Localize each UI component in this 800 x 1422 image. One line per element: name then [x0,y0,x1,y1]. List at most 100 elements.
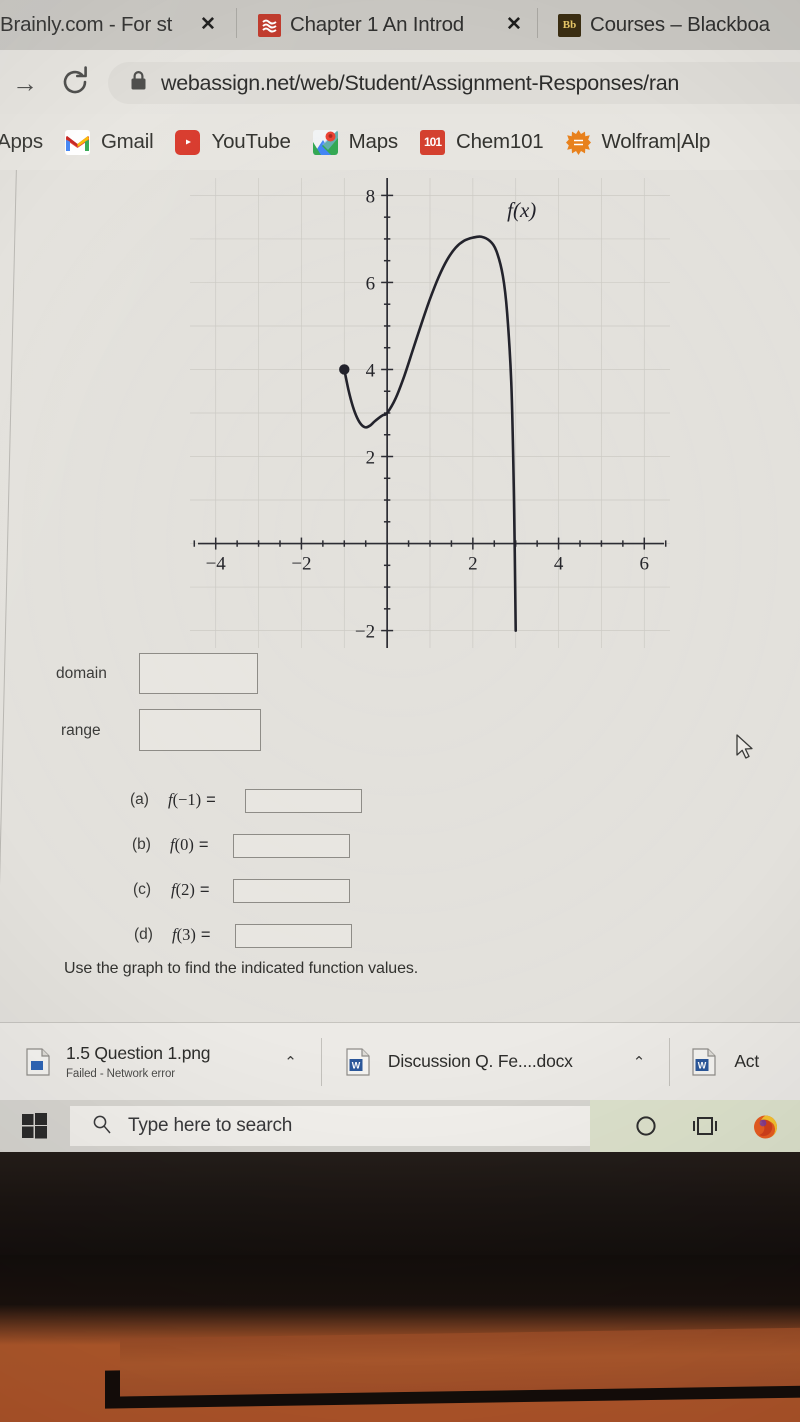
svg-text:−2: −2 [291,554,311,575]
download-bar: 1.5 Question 1.png Failed - Network erro… [0,1022,800,1100]
bookmark-chem101[interactable]: 101 Chem101 [409,114,555,170]
bookmark-wolfram[interactable]: Wolfram|Alp [555,114,722,170]
download-file-name-1: 1.5 Question 1.png [66,1043,211,1063]
browser-window: Brainly.com - For st ✕ Chapter 1 An Intr… [0,0,800,1152]
download-menu-caret-2[interactable]: ⌃ [633,1053,646,1071]
subquestion-a-input[interactable] [245,789,362,813]
bookmark-label-chem101: Chem101 [456,130,544,153]
youtube-icon [175,129,201,155]
svg-text:6: 6 [640,554,650,575]
svg-text:4: 4 [366,360,376,381]
chapter-favicon [258,13,281,37]
browser-tab-2[interactable]: Chapter 1 An Introd [252,0,520,50]
taskbar-tray [590,1100,800,1152]
download-menu-caret-1[interactable]: ⌃ [284,1053,297,1071]
download-item-2[interactable]: W Discussion Q. Fe....docx ⌃ [322,1023,645,1101]
subquestion-c-input[interactable] [233,879,350,903]
subquestion-d-tag: (d) [134,926,153,943]
wolfram-icon [565,129,591,155]
subquestion-b-expr: f(0) [170,835,194,854]
instruction-text: Use the graph to find the indicated func… [64,960,419,977]
firefox-icon[interactable] [752,1113,779,1140]
subquestion-c-expr: f(2) [171,880,195,899]
task-view-icon[interactable] [692,1115,718,1137]
domain-input[interactable] [139,653,258,694]
page-left-border [0,170,17,1022]
bookmark-gmail[interactable]: Gmail [54,114,165,170]
gmail-icon [64,129,90,155]
svg-text:−4: −4 [206,554,227,575]
address-bar[interactable]: webassign.net/web/Student/Assignment-Res… [108,62,800,104]
subquestion-a-equals: = [206,790,216,809]
bookmark-label-wolfram: Wolfram|Alp [601,130,711,153]
search-input[interactable]: Type here to search [70,1106,590,1146]
range-input[interactable] [139,709,261,751]
cortana-icon[interactable] [634,1114,658,1138]
download-item-1[interactable]: 1.5 Question 1.png Failed - Network erro… [0,1023,297,1101]
chem101-icon: 101 [420,129,445,155]
domain-row: domain [56,665,107,683]
download-file-name-3: Act [734,1051,759,1071]
function-graph: −4−22468642−2xyf(x) [190,170,681,650]
svg-text:f(x): f(x) [507,198,536,222]
subquestion-b-input[interactable] [233,834,350,858]
url-text: webassign.net/web/Student/Assignment-Res… [161,70,680,95]
tab-close-1[interactable]: ✕ [196,15,220,34]
bookmark-youtube[interactable]: YouTube [164,114,301,170]
range-label: range [61,722,101,739]
subquestion-b-equals: = [198,835,209,854]
svg-text:2: 2 [468,554,478,575]
forward-button[interactable]: → [8,66,42,100]
browser-tab-strip: Brainly.com - For st ✕ Chapter 1 An Intr… [0,0,800,50]
bookmark-apps[interactable]: Apps [0,114,54,170]
subquestion-b-tag: (b) [132,836,151,853]
svg-text:6: 6 [366,273,376,294]
subquestion-c-equals: = [199,880,210,899]
bookmark-label-youtube: YouTube [211,130,291,153]
svg-text:W: W [352,1060,361,1070]
bookmark-label-maps: Maps [348,130,399,153]
svg-text:W: W [698,1060,707,1070]
word-file-icon: W [346,1047,370,1076]
windows-start-icon[interactable] [0,1100,70,1152]
monitor-stand [120,1327,800,1397]
bookmark-maps[interactable]: Maps [302,114,409,170]
browser-tab-3[interactable]: Bb Courses – Blackboa [552,0,800,50]
download-item-1-texts: 1.5 Question 1.png Failed - Network erro… [66,1043,210,1080]
download-file-name-2: Discussion Q. Fe....docx [387,1051,573,1071]
subquestion-d-input[interactable] [235,924,352,948]
subquestion-d-equals: = [200,925,211,944]
reload-icon[interactable] [57,64,93,100]
subquestion-c-tag: (c) [133,881,152,898]
browser-toolbar: → webassign.net/web/Student/Assignment-R… [0,50,800,114]
subquestion-c: (c) f(2) = [133,880,216,900]
mouse-cursor [735,733,757,768]
subquestion-b: (b) f(0) = [132,835,215,855]
svg-text:−2: −2 [355,622,375,643]
bookmark-label-gmail: Gmail [100,130,154,153]
tab-title-1: Brainly.com - For st [0,13,173,36]
tab-title-3: Courses – Blackboa [590,13,770,36]
subquestion-d-expr: f(3) [172,925,196,944]
tab-separator-2 [537,8,538,38]
tab-separator-1 [236,8,237,38]
svg-text:8: 8 [366,186,376,207]
subquestion-a-expr: f(−1) [168,790,202,809]
search-icon [92,1114,112,1139]
bookmarks-bar: Apps Gmail YouTube Maps 101 Chem101 Wolf… [0,114,800,170]
word-file-icon: W [692,1047,716,1076]
download-status-1: Failed - Network error [66,1068,175,1080]
range-row: range [61,722,101,740]
maps-icon [312,129,338,155]
monitor-bezel [0,1152,800,1272]
tab-close-2[interactable]: ✕ [502,15,526,34]
subquestion-a: (a) f(−1) = [130,790,223,810]
tab-title-2: Chapter 1 An Introd [290,13,464,36]
svg-text:4: 4 [554,554,564,575]
webassign-question-page: −4−22468642−2xyf(x) domain range Use the… [0,170,800,1022]
png-file-icon [26,1047,50,1076]
svg-text:2: 2 [366,448,376,469]
blackboard-favicon: Bb [558,13,581,37]
lock-icon [130,70,147,96]
download-item-3[interactable]: W Act [670,1023,759,1101]
